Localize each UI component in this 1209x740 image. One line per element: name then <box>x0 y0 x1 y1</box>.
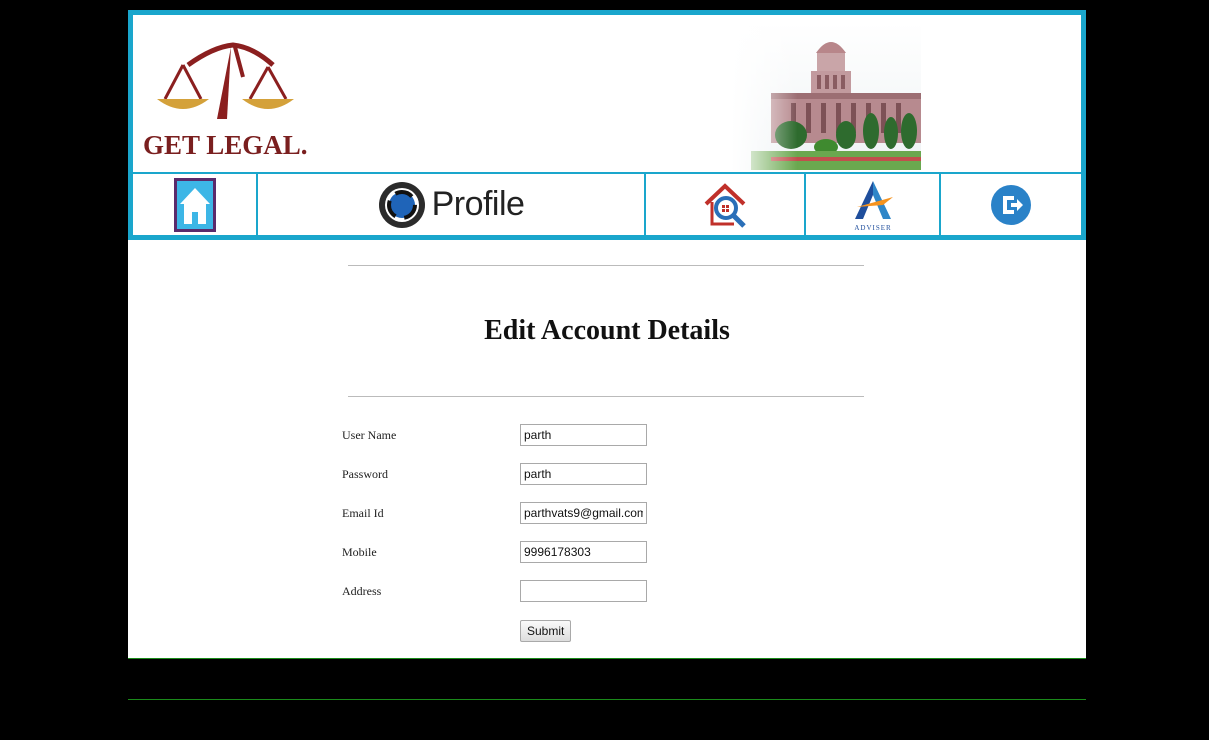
email-label: Email Id <box>342 506 384 520</box>
nav-profile-label: Profile <box>431 185 525 223</box>
password-input[interactable] <box>520 463 647 485</box>
password-label: Password <box>342 467 389 481</box>
mobile-input[interactable] <box>520 541 647 563</box>
footer-divider <box>128 699 1086 700</box>
profile-icon <box>378 181 425 228</box>
nav-search[interactable] <box>646 174 806 235</box>
username-input[interactable] <box>520 424 647 446</box>
page-title: Edit Account Details <box>484 315 730 346</box>
logo-text: GET LEGAL. <box>143 130 308 160</box>
supreme-court-image <box>731 23 921 170</box>
divider-top <box>348 265 864 266</box>
address-label: Address <box>342 584 382 598</box>
banner: GET LEGAL. <box>133 15 1081 174</box>
search-house-icon <box>704 182 746 228</box>
nav-profile[interactable]: Profile <box>258 174 646 235</box>
adviser-label: ADVISER <box>854 224 891 232</box>
main-nav: Profile ADVISER <box>133 174 1081 235</box>
username-label: User Name <box>342 428 397 442</box>
adviser-icon: ADVISER <box>854 180 893 232</box>
logout-icon <box>991 184 1031 225</box>
page-container: GET LEGAL. Profile ADVISER Edit Account … <box>128 10 1086 659</box>
nav-adviser[interactable]: ADVISER <box>806 174 941 235</box>
site-header: GET LEGAL. Profile ADVISER <box>128 10 1086 240</box>
home-icon <box>173 177 216 232</box>
scales-of-justice-icon <box>157 42 294 119</box>
logo[interactable]: GET LEGAL. <box>143 37 323 160</box>
mobile-label: Mobile <box>342 545 377 559</box>
address-input[interactable] <box>520 580 647 602</box>
email-input[interactable] <box>520 502 647 524</box>
nav-home[interactable] <box>133 174 258 235</box>
divider-bottom <box>348 396 864 397</box>
nav-logout[interactable] <box>941 174 1081 235</box>
submit-button[interactable]: Submit <box>520 620 572 642</box>
